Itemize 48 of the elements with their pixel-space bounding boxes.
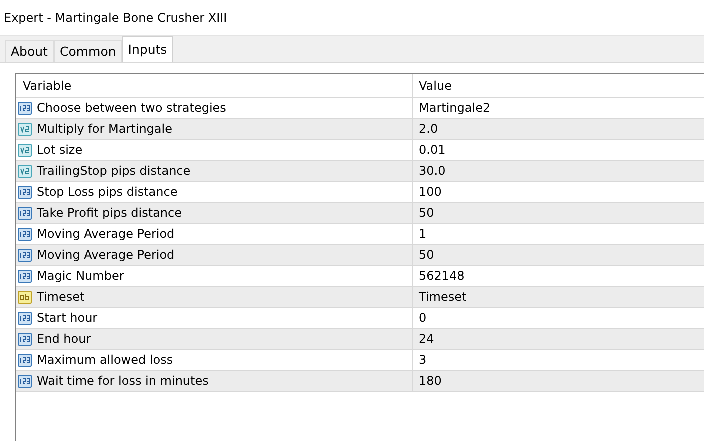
parameter-icon: [18, 184, 33, 200]
variable-name: TrailingStop pips distance: [37, 164, 191, 178]
parameter-icon: [18, 352, 33, 368]
window-title: Expert - Martingale Bone Crusher XIII: [4, 10, 228, 24]
variable-name: Maximum allowed loss: [37, 353, 174, 367]
variable-name: End hour: [37, 332, 92, 346]
variable-name: Timeset: [37, 290, 85, 304]
parameter-icon: [18, 268, 33, 284]
parameter-icon: [18, 332, 33, 346]
variable-name: Stop Loss pips distance: [37, 185, 178, 199]
variable-name: Multiply for Martingale: [37, 122, 172, 136]
value-cell[interactable]: 30.0: [413, 161, 704, 181]
variable-name: Moving Average Period: [37, 227, 175, 241]
tab[interactable]: Common: [54, 40, 122, 62]
value-cell[interactable]: 2.0: [413, 119, 704, 139]
parameter-icon: [18, 374, 33, 388]
tab[interactable]: About: [5, 40, 54, 62]
parameter-icon: [18, 248, 33, 262]
value-cell[interactable]: 100: [413, 182, 704, 202]
column-header[interactable]: Value: [413, 74, 704, 97]
variable-name: Take Profit pips distance: [37, 206, 182, 220]
value-cell[interactable]: 0: [413, 308, 704, 328]
parameter-icon: [18, 100, 33, 116]
value-cell[interactable]: 180: [413, 371, 704, 391]
value-cell[interactable]: 1: [413, 224, 704, 244]
variable-name: Magic Number: [37, 269, 124, 283]
value-cell[interactable]: 562148: [413, 266, 704, 286]
value-cell[interactable]: 50: [413, 203, 704, 223]
parameter-icon: [18, 122, 33, 136]
parameter-icon: [18, 142, 33, 158]
value-cell[interactable]: 24: [413, 329, 704, 349]
tab[interactable]: Inputs: [122, 36, 174, 62]
variable-name: Wait time for loss in minutes: [37, 374, 209, 388]
variable-name: Choose between two strategies: [37, 101, 226, 115]
parameter-icon: [18, 310, 33, 326]
variable-name: Lot size: [37, 143, 83, 157]
parameter-icon: [18, 290, 33, 304]
value-cell[interactable]: 50: [413, 245, 704, 265]
variable-name: Start hour: [37, 311, 98, 325]
value-cell[interactable]: 3: [413, 350, 704, 370]
parameter-icon: [18, 206, 33, 220]
column-header[interactable]: Variable: [16, 74, 413, 97]
variable-name: Moving Average Period: [37, 248, 175, 262]
parameter-icon: [18, 164, 33, 178]
value-cell[interactable]: Timeset: [413, 287, 704, 307]
value-cell[interactable]: Martingale2: [413, 98, 704, 118]
value-cell[interactable]: 0.01: [413, 140, 704, 160]
parameter-icon: [18, 226, 33, 242]
